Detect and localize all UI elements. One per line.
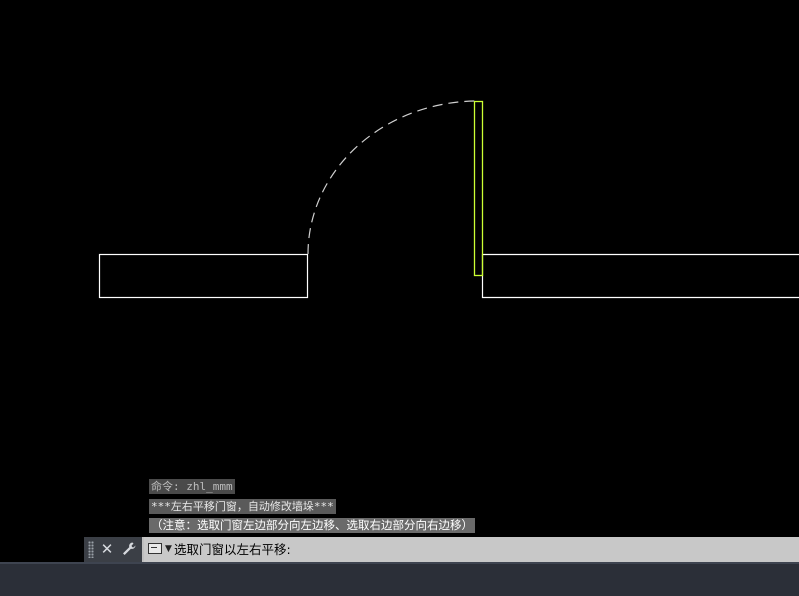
close-icon[interactable]: ✕ [98,540,116,558]
door-leaf[interactable] [473,100,484,277]
command-prompt-text: 选取门窗以左右平移: [174,542,291,557]
command-history-line: ***左右平移门窗，自动修改墙垛*** [149,499,336,514]
cad-drawing[interactable] [0,0,799,596]
grip-handle-icon[interactable] [88,541,94,558]
status-bar [0,562,799,596]
command-prompt-icon[interactable] [148,543,162,554]
command-history-line: 命令: zhl_mmm [149,479,235,494]
drawing-canvas[interactable] [0,0,799,596]
wrench-icon[interactable] [120,540,138,558]
wrench-icon-glyph [123,542,136,555]
command-line-toolbar: ✕ [84,537,142,562]
command-line-bar: ✕ ▼ 选取门窗以左右平移: [84,537,799,562]
command-input[interactable]: ▼ 选取门窗以左右平移: [144,537,799,562]
door-swing-arc[interactable] [307,100,479,255]
wall-segment-right[interactable] [481,253,799,299]
chevron-down-icon[interactable]: ▼ [165,543,172,555]
command-history-line: （注意：选取门窗左边部分向左边移、选取右边部分向右边移） [149,518,475,533]
wall-segment-left[interactable] [98,253,309,299]
